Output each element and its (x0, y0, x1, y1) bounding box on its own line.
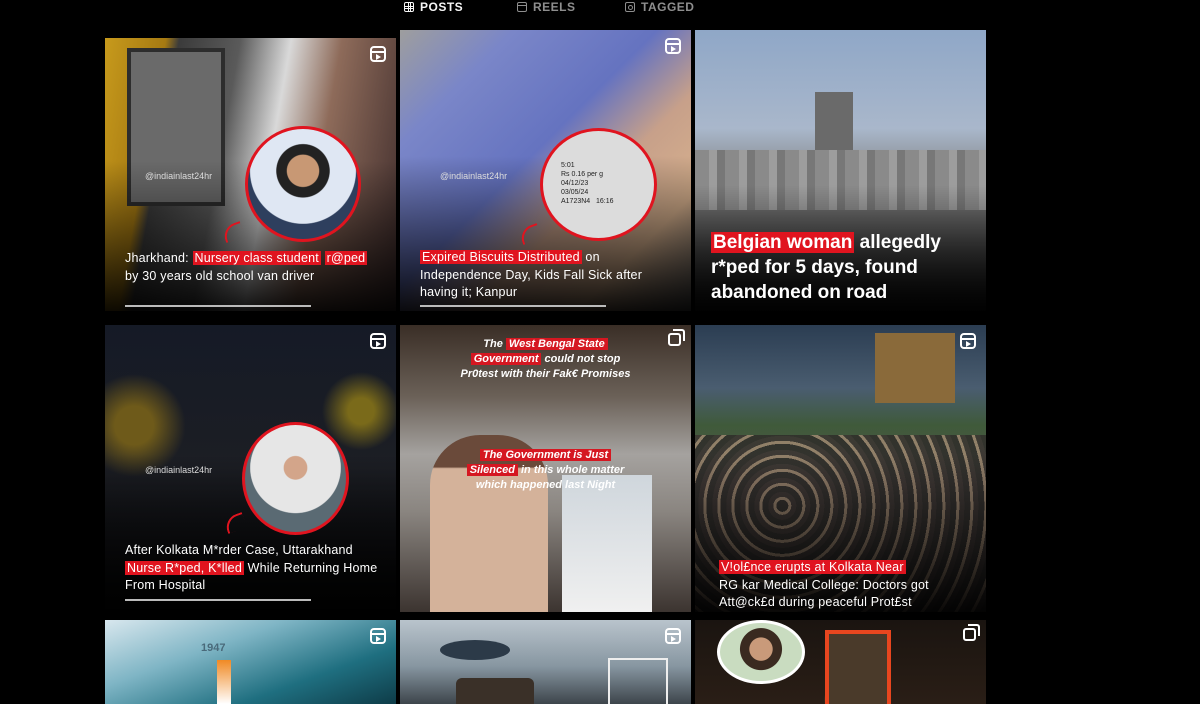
post-tile-8[interactable] (400, 620, 691, 704)
overlay-highlight: West Bengal State (505, 338, 608, 350)
flag-shape (217, 660, 231, 704)
tab-reels-label: REELS (533, 0, 576, 14)
carousel-icon (668, 329, 685, 346)
overlay-text: Pr0test with their Fak€ Promises (460, 368, 631, 380)
carousel-icon (963, 624, 980, 641)
inset-label-text: 5:01 Rs 0.16 per g 04/12/23 03/05/24 A17… (561, 162, 614, 205)
nurse-photo-inset (242, 422, 349, 535)
reel-icon (370, 46, 386, 62)
reel-icon (370, 333, 386, 349)
post-tile-1[interactable]: @indiainlast24hr Jharkhand: Nursery clas… (105, 38, 396, 311)
post-handle: @indiainlast24hr (145, 465, 213, 475)
reel-icon (665, 38, 681, 54)
post-tile-4[interactable]: @indiainlast24hr After Kolkata M*rder Ca… (105, 325, 396, 612)
overlay-text: which happened last Night (475, 479, 616, 491)
solar-ring (440, 640, 510, 660)
tab-posts-label: POSTS (420, 0, 464, 14)
overlay-text: The (483, 338, 506, 350)
post-tile-5[interactable]: The West Bengal State Government could n… (400, 325, 691, 612)
post-handle: @indiainlast24hr (145, 171, 213, 181)
reel-icon (370, 628, 386, 644)
grid-icon (404, 2, 414, 12)
title-highlight: Belgian woman (711, 232, 855, 253)
tagged-icon (625, 2, 635, 12)
post-handle: @indiainlast24hr (440, 171, 508, 181)
child-photo-inset (245, 126, 361, 242)
overlay-highlight: The Government is Just (479, 449, 612, 461)
overlay-text: in this whole matter (517, 464, 625, 476)
tab-reels[interactable]: REELS (517, 0, 576, 14)
caption-text: Jharkhand: (125, 251, 193, 265)
caption-highlight: V!ol£nce erupts at Kolkata Near (719, 560, 906, 574)
overlay-highlight: Silenced (466, 464, 518, 476)
caption-highlight: Nursery class student (192, 251, 321, 265)
biscuit-label-inset: 5:01 Rs 0.16 per g 04/12/23 03/05/24 A17… (540, 128, 657, 241)
post-title: Belgian woman allegedly r*ped for 5 days… (711, 230, 974, 305)
caption-text: by 30 years old school van driver (125, 268, 315, 283)
overlay-highlight: Government (470, 353, 542, 365)
caption-highlight: Nurse R*ped, K*lled (125, 560, 244, 575)
year-text: 1947 (201, 642, 226, 654)
post-tile-7[interactable]: 1947 (105, 620, 396, 704)
caption-underline (420, 305, 606, 307)
post-tile-3[interactable]: Belgian woman allegedly r*ped for 5 days… (695, 30, 986, 311)
reel-icon (665, 628, 681, 644)
reel-icon (960, 333, 976, 349)
overlay-text-top: The West Bengal State Government could n… (400, 337, 691, 382)
profile-tabs: POSTS REELS TAGGED (400, 0, 700, 14)
glass-shape (608, 658, 668, 704)
memorial-frame (825, 630, 891, 704)
profile-photo-inset (717, 620, 805, 684)
post-caption: Jharkhand: Nursery class student r@ped b… (125, 250, 378, 285)
overlay-text-middle: The Government is Just Silenced in this … (400, 448, 691, 493)
tab-tagged-label: TAGGED (641, 0, 695, 14)
tab-tagged[interactable]: TAGGED (625, 0, 694, 14)
car-shape (456, 678, 534, 704)
reels-icon (517, 2, 527, 12)
post-caption: V!ol£nce erupts at Kolkata Near RG kar M… (719, 559, 968, 612)
doctor-figure (562, 475, 652, 612)
post-tile-9[interactable] (695, 620, 986, 704)
post-caption: After Kolkata M*rder Case, Uttarakhand N… (125, 542, 378, 595)
post-tile-2[interactable]: @indiainlast24hr 5:01 Rs 0.16 per g 04/1… (400, 30, 691, 311)
overlay-text: could not stop (541, 353, 621, 365)
post-caption: Expired Biscuits Distributed on Independ… (420, 249, 673, 302)
caption-underline (125, 305, 311, 307)
caption-text: RG kar Medical College: Doctors got Att@… (719, 577, 929, 610)
caption-highlight: Expired Biscuits Distributed (420, 250, 582, 264)
building (875, 333, 955, 403)
tab-posts[interactable]: POSTS (404, 0, 463, 14)
post-tile-6[interactable]: V!ol£nce erupts at Kolkata Near RG kar M… (695, 325, 986, 612)
caption-underline (125, 599, 311, 601)
caption-highlight: r@ped (324, 251, 368, 265)
caption-text: After Kolkata M*rder Case, Uttarakhand (125, 543, 353, 557)
